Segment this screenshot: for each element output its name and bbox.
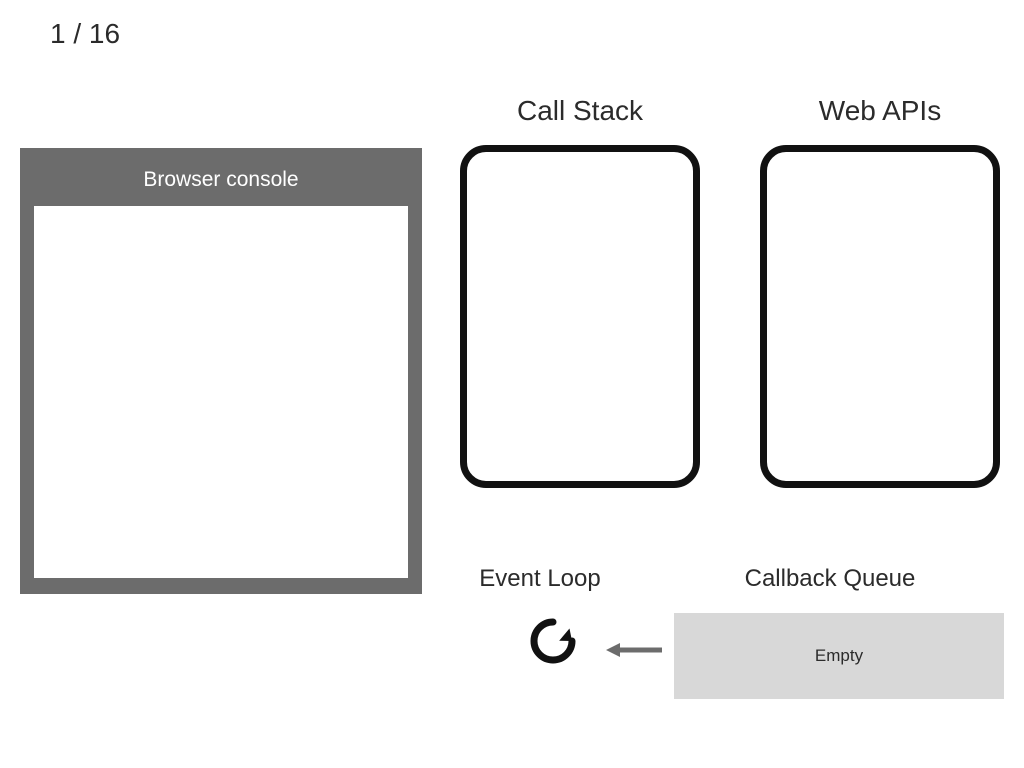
callback-queue-box: Empty [674, 613, 1004, 699]
arrow-left-icon [606, 640, 662, 660]
browser-console-title: Browser console [34, 168, 408, 192]
browser-console-panel: Browser console [20, 148, 422, 594]
call-stack-heading: Call Stack [460, 95, 700, 127]
step-counter: 1 / 16 [50, 18, 120, 50]
browser-console-output [34, 206, 408, 578]
refresh-loop-icon [528, 616, 578, 666]
diagram-stage: 1 / 16 Browser console Call Stack Web AP… [0, 0, 1024, 768]
callback-queue-content: Empty [815, 646, 863, 666]
web-apis-heading: Web APIs [760, 95, 1000, 127]
call-stack-box [460, 145, 700, 488]
callback-queue-heading: Callback Queue [700, 565, 960, 593]
event-loop-heading: Event Loop [440, 565, 640, 593]
web-apis-box [760, 145, 1000, 488]
